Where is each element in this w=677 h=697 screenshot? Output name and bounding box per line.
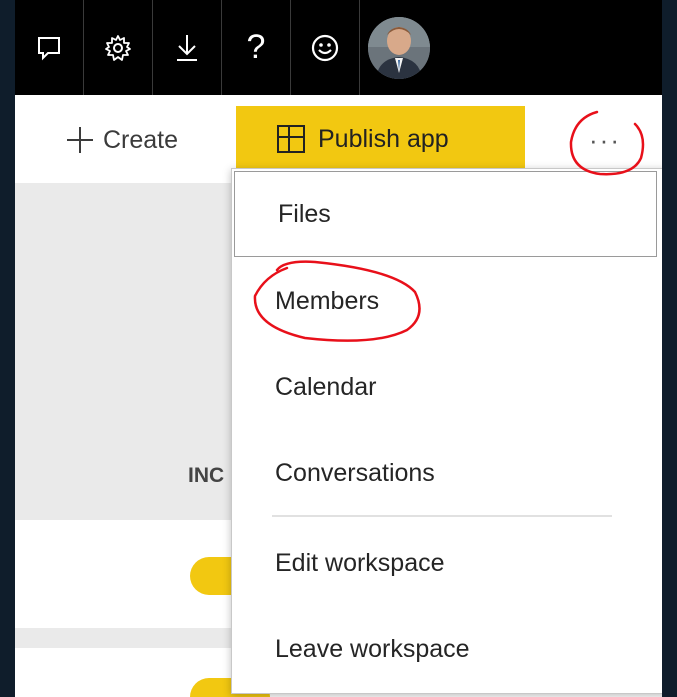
menu-item-leave-workspace[interactable]: Leave workspace [232,607,662,691]
smiley-button[interactable] [291,0,360,95]
download-icon [177,34,197,61]
smiley-icon [311,34,339,61]
menu-item-files[interactable]: Files [234,171,657,257]
menu-item-label: Edit workspace [275,548,445,577]
top-bar: ? [15,0,662,95]
feedback-icon [38,36,60,60]
publish-app-label: Publish app [318,124,449,153]
account-button[interactable] [360,0,438,95]
menu-divider [272,515,612,517]
menu-item-label: Leave workspace [275,634,470,663]
menu-item-members[interactable]: Members [232,259,662,343]
menu-item-edit-workspace[interactable]: Edit workspace [232,521,662,605]
plus-icon [67,127,93,153]
create-button[interactable]: Create [65,118,178,162]
workspace-app: ? INC Create Publish app ··· Files Membe… [15,0,662,697]
app-icon [277,125,305,153]
ellipsis-icon: ··· [589,124,621,155]
create-label: Create [103,125,179,154]
publish-app-button[interactable]: Publish app [236,106,525,172]
menu-item-label: Calendar [275,372,377,401]
settings-button[interactable] [84,0,153,95]
help-button[interactable]: ? [222,0,291,95]
gear-icon [105,34,131,61]
menu-item-calendar[interactable]: Calendar [232,345,662,429]
more-options-button[interactable]: ··· [565,120,645,160]
menu-item-label: Members [275,286,380,315]
download-button[interactable] [153,0,222,95]
workspace-menu: Files Members Calendar Conversations Edi… [231,168,662,694]
menu-item-label: Files [278,199,331,228]
feedback-button[interactable] [15,0,84,95]
avatar [368,16,430,79]
help-icon: ? [246,28,266,66]
column-header: INC [188,464,225,487]
menu-item-conversations[interactable]: Conversations [232,431,662,515]
menu-item-label: Conversations [275,458,435,487]
